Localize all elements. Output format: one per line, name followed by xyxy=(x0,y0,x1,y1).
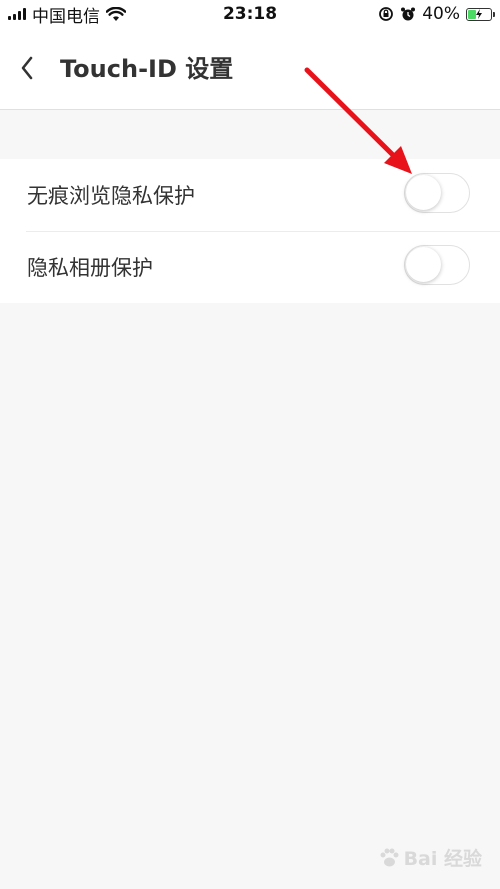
paw-icon xyxy=(380,848,399,866)
annotation-arrow xyxy=(304,67,412,174)
watermark: Bai 经验 xyxy=(378,844,482,871)
watermark-text: Bai 经验 xyxy=(403,848,482,870)
